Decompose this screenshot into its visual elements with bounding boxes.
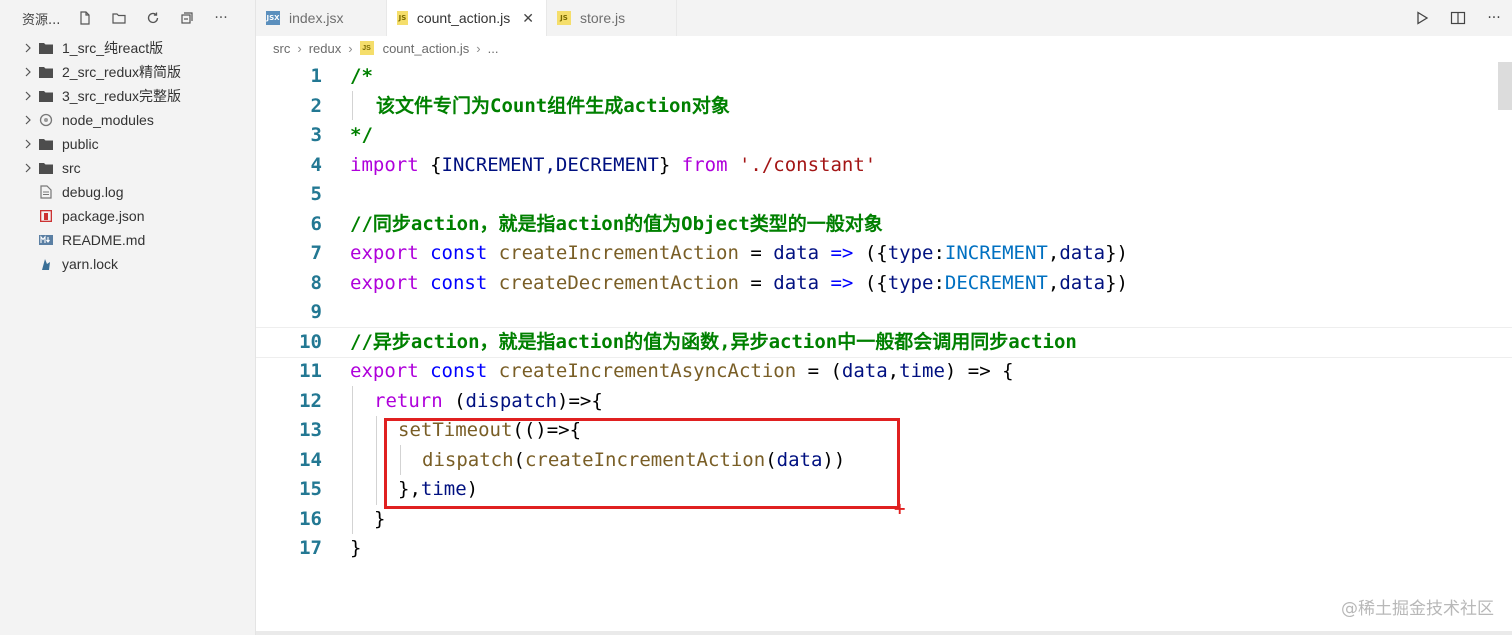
code-line: 6 //同步action，就是指action的值为Object类型的一般对象: [310, 212, 883, 235]
explorer-sidebar: 资源... ··· 1_src_纯react版 2_src_redux精简版 3…: [0, 0, 256, 635]
chevron-right-icon: [20, 163, 36, 173]
chevron-right-icon: [20, 139, 36, 149]
yarn-icon: [38, 256, 54, 272]
tree-folder-node-modules[interactable]: node_modules: [0, 108, 255, 132]
explorer-actions: ···: [68, 6, 238, 30]
breadcrumb-file-label: count_action.js: [382, 40, 470, 56]
log-file-icon: [38, 184, 54, 200]
crosshair-cursor-icon: +: [893, 499, 907, 518]
code-line: 9: [310, 301, 322, 323]
folder-icon: [38, 40, 54, 56]
code-line: 2 该文件专门为Count组件生成action对象: [310, 94, 730, 117]
node-modules-icon: [38, 112, 54, 128]
folder-icon: [38, 64, 54, 80]
chevron-right-icon: [20, 91, 36, 101]
tree-folder-src[interactable]: src: [0, 156, 255, 180]
tree-folder-3-src[interactable]: 3_src_redux完整版: [0, 84, 255, 108]
js-file-icon: JS: [557, 11, 571, 25]
explorer-header: 资源... ···: [0, 0, 255, 36]
folder-icon: [38, 88, 54, 104]
code-line: 12 return (dispatch)=>{: [299, 389, 603, 412]
chevron-right-icon: [20, 115, 36, 125]
horizontal-scrollbar-track[interactable]: [256, 631, 1512, 635]
code-line: 8 export const createDecrementAction = d…: [310, 271, 1128, 294]
breadcrumb-file[interactable]: JS count_action.js: [359, 40, 470, 56]
tree-folder-1-src[interactable]: 1_src_纯react版: [0, 36, 255, 60]
code-line: 3 */: [310, 124, 373, 146]
jsx-file-icon: JSX: [266, 11, 280, 25]
tree-file-debug-log[interactable]: debug.log: [0, 180, 255, 204]
tab-label: store.js: [580, 10, 626, 26]
folder-icon: [38, 136, 54, 152]
new-folder-icon[interactable]: [102, 6, 136, 30]
js-file-icon: JS: [359, 41, 374, 55]
editor-actions: ···: [1404, 0, 1512, 36]
chevron-right-icon: [20, 43, 36, 53]
tree-file-package-json[interactable]: package.json: [0, 204, 255, 228]
editor-tab-bar: JSX index.jsx JS count_action.js ✕ JS st…: [256, 0, 1512, 36]
breadcrumb-ellipsis[interactable]: ...: [488, 41, 499, 56]
code-line: 5: [310, 183, 322, 205]
refresh-icon[interactable]: [136, 6, 170, 30]
code-line: 7 export const createIncrementAction = d…: [310, 242, 1128, 264]
tree-file-readme-md[interactable]: README.md: [0, 228, 255, 252]
more-icon[interactable]: ···: [204, 6, 238, 30]
folder-icon: [38, 160, 54, 176]
tree-file-yarn-lock[interactable]: yarn.lock: [0, 252, 255, 276]
markdown-icon: [38, 232, 54, 248]
new-file-icon[interactable]: [68, 6, 102, 30]
more-actions-icon[interactable]: ···: [1476, 0, 1512, 36]
red-highlight-box: [384, 418, 900, 509]
vertical-scrollbar-thumb[interactable]: [1498, 62, 1512, 110]
tree-folder-2-src[interactable]: 2_src_redux精简版: [0, 60, 255, 84]
collapse-all-icon[interactable]: [170, 6, 204, 30]
breadcrumb: src › redux › JS count_action.js › ...: [256, 36, 1512, 60]
npm-package-icon: [38, 208, 54, 224]
tab-store-js[interactable]: JS store.js: [547, 0, 677, 36]
run-icon[interactable]: [1404, 0, 1440, 36]
code-line: 11 export const createIncrementAsyncActi…: [299, 360, 1014, 382]
tab-label: index.jsx: [289, 10, 344, 26]
watermark: @稀土掘金技术社区: [1341, 599, 1494, 619]
close-icon[interactable]: ✕: [522, 10, 534, 27]
breadcrumb-separator: ›: [348, 40, 353, 56]
js-file-icon: JS: [397, 11, 408, 25]
tab-index-jsx[interactable]: JSX index.jsx: [256, 0, 387, 36]
file-tree: 1_src_纯react版 2_src_redux精简版 3_src_redux…: [0, 36, 255, 276]
breadcrumb-separator: ›: [297, 40, 302, 56]
breadcrumb-src[interactable]: src: [273, 41, 290, 56]
tab-count-action-js[interactable]: JS count_action.js ✕: [387, 0, 547, 36]
code-line: 4 import {INCREMENT,DECREMENT} from './c…: [310, 153, 877, 176]
breadcrumb-separator: ›: [476, 40, 481, 56]
split-editor-icon[interactable]: [1440, 0, 1476, 36]
code-editor[interactable]: 1 /* 2 该文件专门为Count组件生成action对象 3 */ 4 im…: [256, 62, 1512, 635]
current-code-line: 10 //异步action，就是指action的值为函数,异步action中一般…: [256, 327, 1512, 358]
breadcrumb-redux[interactable]: redux: [309, 41, 342, 56]
explorer-title: 资源...: [22, 12, 61, 28]
tree-folder-public[interactable]: public: [0, 132, 255, 156]
code-line: 1 /*: [310, 65, 373, 87]
code-line: 17 }: [299, 537, 362, 559]
tab-label: count_action.js: [416, 10, 511, 26]
chevron-right-icon: [20, 67, 36, 77]
